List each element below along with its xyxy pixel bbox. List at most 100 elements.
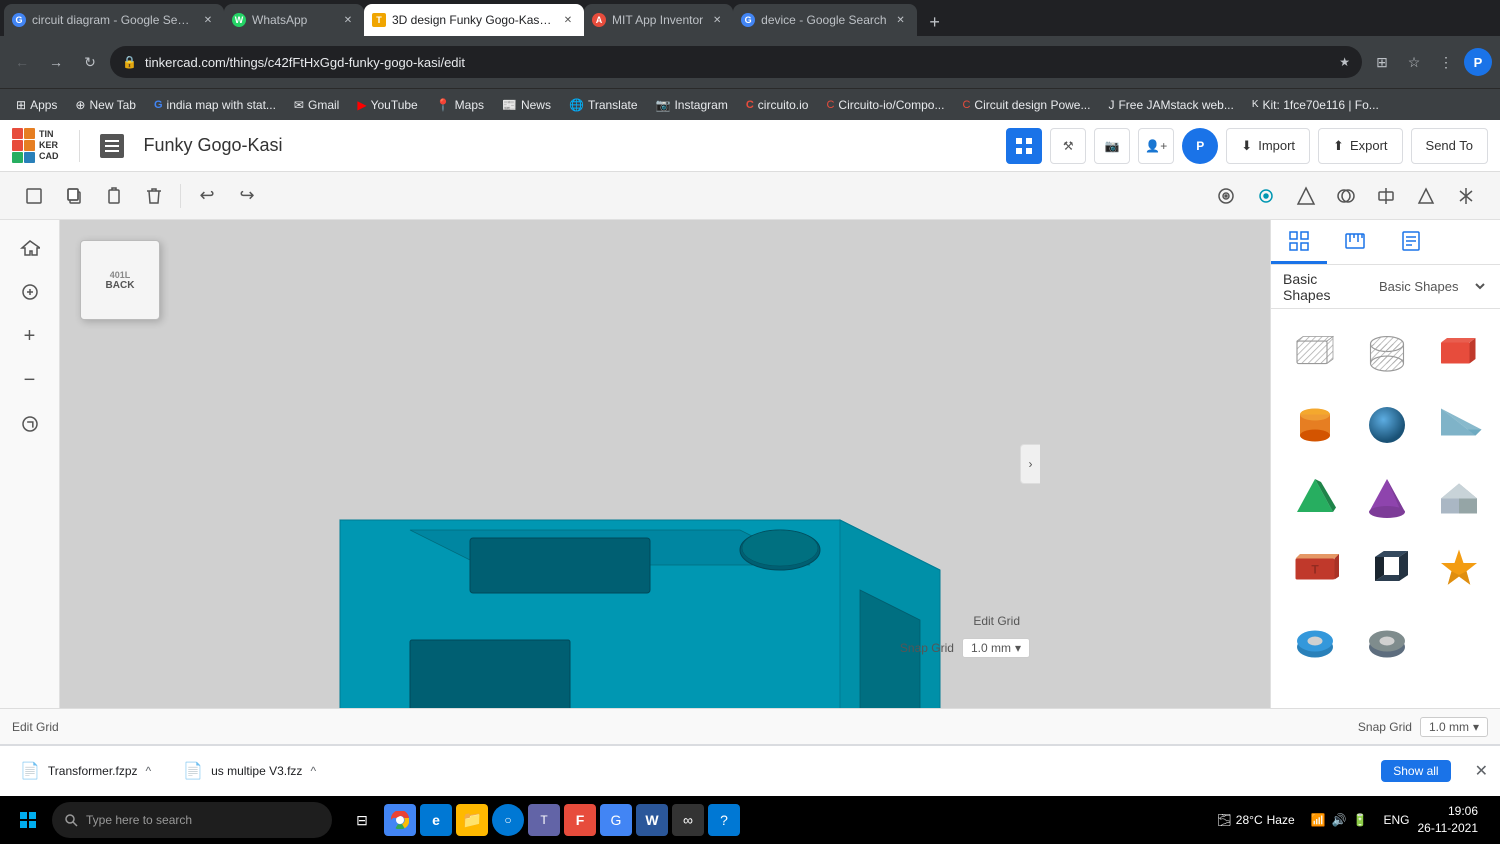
- menu-icon[interactable]: [100, 134, 124, 158]
- shape-torus[interactable]: [1283, 609, 1347, 673]
- chrome-taskbar[interactable]: [384, 804, 416, 836]
- forward-button[interactable]: →: [42, 48, 70, 76]
- battery-icon[interactable]: 🔋: [1353, 813, 1368, 827]
- profile-avatar[interactable]: P: [1464, 48, 1492, 76]
- shape-prism[interactable]: [1355, 537, 1419, 601]
- tab-close-3[interactable]: ✕: [560, 12, 576, 28]
- zoom-in-button[interactable]: +: [10, 316, 50, 356]
- files-taskbar[interactable]: 📁: [456, 804, 488, 836]
- unknown-app[interactable]: ∞: [672, 804, 704, 836]
- shape-cylinder-hole[interactable]: [1355, 321, 1419, 385]
- bookmark-jamstack[interactable]: J Free JAMstack web...: [1100, 93, 1241, 117]
- teams-taskbar[interactable]: T: [528, 804, 560, 836]
- delete-tool-button[interactable]: [136, 178, 172, 214]
- bookmark-circuit-power[interactable]: C Circuit design Powe...: [954, 93, 1098, 117]
- tab-app-inventor[interactable]: A MIT App Inventor ✕: [584, 4, 733, 36]
- download-item-2[interactable]: 📄 us multipe V3.fzz ^: [175, 757, 324, 785]
- tab-close-5[interactable]: ✕: [893, 12, 909, 28]
- shape-cone[interactable]: [1355, 465, 1419, 529]
- settings-icon[interactable]: ⋮: [1432, 48, 1460, 76]
- design-tool-button[interactable]: ⚒: [1050, 128, 1086, 164]
- object-info-button[interactable]: [10, 404, 50, 444]
- taskview-button[interactable]: ⊟: [344, 802, 380, 838]
- tab-circuit-diagram[interactable]: G circuit diagram - Google Search ✕: [4, 4, 224, 36]
- undo-button[interactable]: ↩: [189, 178, 225, 214]
- edit-grid-link[interactable]: Edit Grid: [973, 614, 1020, 628]
- snap-point-button[interactable]: [1248, 178, 1284, 214]
- grid-tab[interactable]: [1271, 220, 1327, 264]
- shape-box-hole[interactable]: [1283, 321, 1347, 385]
- boolean-button[interactable]: [1328, 178, 1364, 214]
- cortana-taskbar[interactable]: ○: [492, 804, 524, 836]
- bookmark-gmail[interactable]: ✉ Gmail: [286, 93, 347, 117]
- shapes-category-dropdown[interactable]: Basic Shapes Featured Text & Numbers: [1375, 278, 1488, 295]
- redo-button[interactable]: ↪: [229, 178, 265, 214]
- copy-tool-button[interactable]: [56, 178, 92, 214]
- edge-taskbar[interactable]: e: [420, 804, 452, 836]
- new-tab-button[interactable]: +: [921, 8, 949, 36]
- panel-collapse-arrow[interactable]: ›: [1020, 444, 1040, 484]
- start-button[interactable]: [8, 800, 48, 840]
- taskbar-search[interactable]: Type here to search: [52, 802, 332, 838]
- snap-value-button[interactable]: 1.0 mm ▾: [962, 638, 1030, 658]
- export-button[interactable]: ⬆ Export: [1318, 128, 1402, 164]
- shape-text[interactable]: T: [1283, 537, 1347, 601]
- refresh-button[interactable]: ↻: [76, 48, 104, 76]
- shape-select-button[interactable]: [1288, 178, 1324, 214]
- f-app-taskbar[interactable]: F: [564, 804, 596, 836]
- mirror-button[interactable]: [1448, 178, 1484, 214]
- bookmark-india-map[interactable]: G india map with stat...: [146, 93, 284, 117]
- canvas-area[interactable]: 401L BACK: [60, 220, 1270, 708]
- bookmark-news[interactable]: 📰 News: [494, 93, 559, 117]
- bookmark-translate[interactable]: 🌐 Translate: [561, 93, 646, 117]
- close-downloads-button[interactable]: ✕: [1475, 761, 1488, 781]
- camera-view-button[interactable]: [1208, 178, 1244, 214]
- bookmark-icon[interactable]: ☆: [1400, 48, 1428, 76]
- show-all-button[interactable]: Show all: [1381, 760, 1450, 782]
- shape-box-solid[interactable]: [1427, 321, 1491, 385]
- camera-button[interactable]: 📷: [1094, 128, 1130, 164]
- word-taskbar[interactable]: W: [636, 804, 668, 836]
- tab-whatsapp[interactable]: W WhatsApp ✕: [224, 4, 364, 36]
- user-profile-button[interactable]: P: [1182, 128, 1218, 164]
- bookmark-instagram[interactable]: 📷 Instagram: [648, 93, 736, 117]
- grid-view-button[interactable]: [1006, 128, 1042, 164]
- wifi-icon[interactable]: 📶: [1311, 813, 1326, 827]
- snap-value-bottom[interactable]: 1.0 mm ▾: [1420, 717, 1488, 737]
- bookmark-circuito[interactable]: C circuito.io: [738, 93, 817, 117]
- back-button[interactable]: ←: [8, 48, 36, 76]
- extensions-icon[interactable]: ⊞: [1368, 48, 1396, 76]
- zoom-out-button[interactable]: −: [10, 360, 50, 400]
- paste-tool-button[interactable]: [96, 178, 132, 214]
- download-item-1[interactable]: 📄 Transformer.fzpz ^: [12, 757, 159, 785]
- group-button[interactable]: [1408, 178, 1444, 214]
- chrome2-taskbar[interactable]: G: [600, 804, 632, 836]
- tab-close-2[interactable]: ✕: [340, 12, 356, 28]
- help-app[interactable]: ?: [708, 804, 740, 836]
- edit-grid-label[interactable]: Edit Grid: [12, 720, 59, 734]
- shape-torus-2[interactable]: [1355, 609, 1419, 673]
- notes-tab[interactable]: [1383, 220, 1439, 264]
- tab-tinkercad[interactable]: T 3D design Funky Gogo-Kasi | Tin... ✕: [364, 4, 584, 36]
- shape-star[interactable]: [1427, 537, 1491, 601]
- shape-wedge[interactable]: [1427, 393, 1491, 457]
- align-button[interactable]: [1368, 178, 1404, 214]
- shape-roof[interactable]: [1427, 465, 1491, 529]
- address-bar[interactable]: 🔒 tinkercad.com/things/c42fFtHxGgd-funky…: [110, 46, 1362, 78]
- bookmark-kit[interactable]: K Kit: 1fce70e116 | Fo...: [1244, 93, 1387, 117]
- home-view-button[interactable]: [10, 228, 50, 268]
- bookmark-maps[interactable]: 📍 Maps: [428, 93, 492, 117]
- ruler-tab[interactable]: [1327, 220, 1383, 264]
- send-to-button[interactable]: Send To: [1411, 128, 1488, 164]
- tab-close-1[interactable]: ✕: [200, 12, 216, 28]
- bookmark-new-tab[interactable]: ⊕ New Tab: [67, 93, 144, 117]
- bookmark-circuito-compo[interactable]: C Circuito-io/Compo...: [818, 93, 952, 117]
- import-button[interactable]: ⬇ Import: [1226, 128, 1310, 164]
- select-tool-button[interactable]: [16, 178, 52, 214]
- volume-icon[interactable]: 🔊: [1332, 813, 1347, 827]
- tab-device-search[interactable]: G device - Google Search ✕: [733, 4, 916, 36]
- tab-close-4[interactable]: ✕: [709, 12, 725, 28]
- add-user-button[interactable]: 👤+: [1138, 128, 1174, 164]
- viewport-cube[interactable]: 401L BACK: [80, 240, 160, 320]
- fit-view-button[interactable]: [10, 272, 50, 312]
